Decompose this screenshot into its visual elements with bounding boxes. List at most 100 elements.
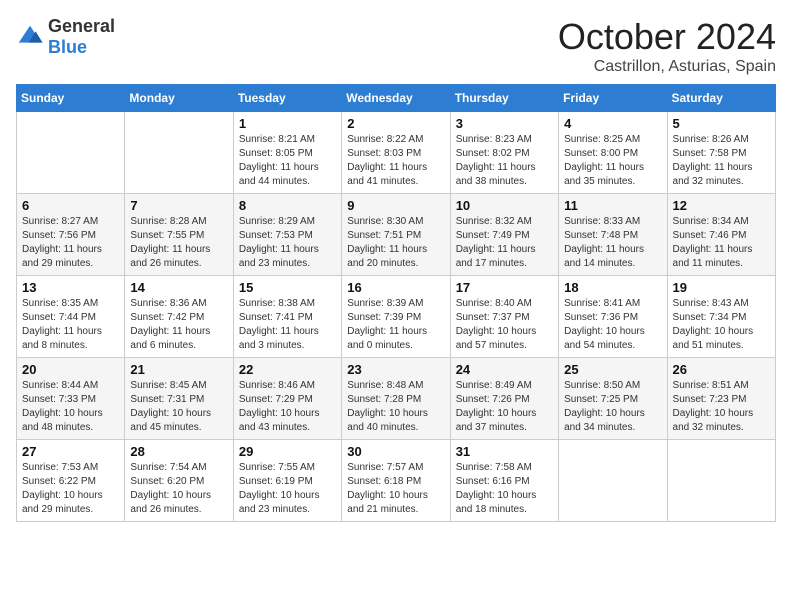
table-row: 9 Sunrise: 8:30 AMSunset: 7:51 PMDaylight… <box>342 194 450 276</box>
day-info: Sunrise: 8:38 AMSunset: 7:41 PMDaylight:… <box>239 297 336 353</box>
day-info: Sunrise: 8:50 AMSunset: 7:25 PMDaylight:… <box>564 379 661 435</box>
table-row <box>559 440 667 522</box>
table-row: 27 Sunrise: 7:53 AMSunset: 6:22 PMDayligh… <box>17 440 125 522</box>
table-row: 2Sunrise: 8:22 AMSunset: 8:03 PMDaylight… <box>342 112 450 194</box>
table-row: 3 Sunrise: 8:23 AMSunset: 8:02 PMDaylight… <box>450 112 558 194</box>
day-number: 25 <box>564 362 661 377</box>
table-row: 11 Sunrise: 8:33 AMSunset: 7:48 PMDayligh… <box>559 194 667 276</box>
day-number: 5 <box>673 116 770 131</box>
day-number: 30 <box>347 444 444 459</box>
table-row: 26 Sunrise: 8:51 AMSunset: 7:23 PMDayligh… <box>667 358 775 440</box>
logo: General Blue <box>16 16 115 58</box>
table-row: 15 Sunrise: 8:38 AMSunset: 7:41 PMDayligh… <box>233 276 341 358</box>
table-row: 18 Sunrise: 8:41 AMSunset: 7:36 PMDayligh… <box>559 276 667 358</box>
table-row: 16 Sunrise: 8:39 AMSunset: 7:39 PMDayligh… <box>342 276 450 358</box>
day-info: Sunrise: 8:49 AMSunset: 7:26 PMDaylight:… <box>456 379 553 435</box>
table-row: 12 Sunrise: 8:34 AMSunset: 7:46 PMDayligh… <box>667 194 775 276</box>
day-info: Sunrise: 8:48 AMSunset: 7:28 PMDaylight:… <box>347 379 444 435</box>
table-row: 23 Sunrise: 8:48 AMSunset: 7:28 PMDayligh… <box>342 358 450 440</box>
day-info: Sunrise: 8:22 AMSunset: 8:03 PMDaylight:… <box>347 133 444 189</box>
header-sunday: Sunday <box>17 85 125 112</box>
day-number: 16 <box>347 280 444 295</box>
table-row <box>17 112 125 194</box>
page-header: General Blue October 2024 Castrillon, As… <box>16 16 776 76</box>
day-number: 13 <box>22 280 119 295</box>
day-number: 22 <box>239 362 336 377</box>
day-info: Sunrise: 7:55 AMSunset: 6:19 PMDaylight:… <box>239 461 336 517</box>
day-number: 12 <box>673 198 770 213</box>
day-info: Sunrise: 8:21 AMSunset: 8:05 PMDaylight:… <box>239 133 336 189</box>
day-info: Sunrise: 8:41 AMSunset: 7:36 PMDaylight:… <box>564 297 661 353</box>
table-row: 19Sunrise: 8:43 AMSunset: 7:34 PMDayligh… <box>667 276 775 358</box>
table-row: 22 Sunrise: 8:46 AMSunset: 7:29 PMDayligh… <box>233 358 341 440</box>
week-row-3: 20Sunrise: 8:44 AMSunset: 7:33 PMDayligh… <box>17 358 776 440</box>
day-info: Sunrise: 8:25 AMSunset: 8:00 PMDaylight:… <box>564 133 661 189</box>
day-info: Sunrise: 8:30 AMSunset: 7:51 PMDaylight:… <box>347 215 444 271</box>
table-row: 8 Sunrise: 8:29 AMSunset: 7:53 PMDaylight… <box>233 194 341 276</box>
table-row: 4 Sunrise: 8:25 AMSunset: 8:00 PMDaylight… <box>559 112 667 194</box>
day-number: 17 <box>456 280 553 295</box>
day-info: Sunrise: 8:35 AMSunset: 7:44 PMDaylight:… <box>22 297 119 353</box>
table-row: 29 Sunrise: 7:55 AMSunset: 6:19 PMDayligh… <box>233 440 341 522</box>
day-number: 6 <box>22 198 119 213</box>
day-info: Sunrise: 8:28 AMSunset: 7:55 PMDaylight:… <box>130 215 227 271</box>
table-row: 6 Sunrise: 8:27 AMSunset: 7:56 PMDaylight… <box>17 194 125 276</box>
logo-icon <box>16 23 44 51</box>
day-info: Sunrise: 8:46 AMSunset: 7:29 PMDaylight:… <box>239 379 336 435</box>
day-info: Sunrise: 8:34 AMSunset: 7:46 PMDaylight:… <box>673 215 770 271</box>
table-row: 20Sunrise: 8:44 AMSunset: 7:33 PMDayligh… <box>17 358 125 440</box>
day-info: Sunrise: 8:51 AMSunset: 7:23 PMDaylight:… <box>673 379 770 435</box>
day-info: Sunrise: 8:45 AMSunset: 7:31 PMDaylight:… <box>130 379 227 435</box>
table-row: 28 Sunrise: 7:54 AMSunset: 6:20 PMDayligh… <box>125 440 233 522</box>
day-number: 15 <box>239 280 336 295</box>
day-number: 21 <box>130 362 227 377</box>
month-title: October 2024 <box>558 16 776 58</box>
day-number: 18 <box>564 280 661 295</box>
day-number: 1 <box>239 116 336 131</box>
day-info: Sunrise: 8:39 AMSunset: 7:39 PMDaylight:… <box>347 297 444 353</box>
table-row <box>125 112 233 194</box>
day-number: 31 <box>456 444 553 459</box>
week-row-1: 6 Sunrise: 8:27 AMSunset: 7:56 PMDaylight… <box>17 194 776 276</box>
day-info: Sunrise: 8:29 AMSunset: 7:53 PMDaylight:… <box>239 215 336 271</box>
table-row: 7Sunrise: 8:28 AMSunset: 7:55 PMDaylight… <box>125 194 233 276</box>
day-info: Sunrise: 8:32 AMSunset: 7:49 PMDaylight:… <box>456 215 553 271</box>
day-number: 19 <box>673 280 770 295</box>
header-friday: Friday <box>559 85 667 112</box>
day-number: 8 <box>239 198 336 213</box>
table-row: 30Sunrise: 7:57 AMSunset: 6:18 PMDayligh… <box>342 440 450 522</box>
day-number: 28 <box>130 444 227 459</box>
day-number: 11 <box>564 198 661 213</box>
week-row-0: 1 Sunrise: 8:21 AMSunset: 8:05 PMDaylight… <box>17 112 776 194</box>
table-row: 10Sunrise: 8:32 AMSunset: 7:49 PMDayligh… <box>450 194 558 276</box>
table-row: 5 Sunrise: 8:26 AMSunset: 7:58 PMDaylight… <box>667 112 775 194</box>
table-row: 25 Sunrise: 8:50 AMSunset: 7:25 PMDayligh… <box>559 358 667 440</box>
table-row: 24Sunrise: 8:49 AMSunset: 7:26 PMDayligh… <box>450 358 558 440</box>
logo-blue: Blue <box>48 37 87 57</box>
header-thursday: Thursday <box>450 85 558 112</box>
day-number: 23 <box>347 362 444 377</box>
day-info: Sunrise: 8:23 AMSunset: 8:02 PMDaylight:… <box>456 133 553 189</box>
header-saturday: Saturday <box>667 85 775 112</box>
table-row <box>667 440 775 522</box>
week-row-4: 27 Sunrise: 7:53 AMSunset: 6:22 PMDayligh… <box>17 440 776 522</box>
day-number: 26 <box>673 362 770 377</box>
day-info: Sunrise: 7:58 AMSunset: 6:16 PMDaylight:… <box>456 461 553 517</box>
day-info: Sunrise: 7:54 AMSunset: 6:20 PMDaylight:… <box>130 461 227 517</box>
day-info: Sunrise: 8:33 AMSunset: 7:48 PMDaylight:… <box>564 215 661 271</box>
day-number: 4 <box>564 116 661 131</box>
table-row: 13 Sunrise: 8:35 AMSunset: 7:44 PMDayligh… <box>17 276 125 358</box>
day-info: Sunrise: 7:53 AMSunset: 6:22 PMDaylight:… <box>22 461 119 517</box>
day-number: 27 <box>22 444 119 459</box>
day-number: 9 <box>347 198 444 213</box>
calendar-table: SundayMondayTuesdayWednesdayThursdayFrid… <box>16 84 776 522</box>
table-row: 21 Sunrise: 8:45 AMSunset: 7:31 PMDayligh… <box>125 358 233 440</box>
calendar-header: SundayMondayTuesdayWednesdayThursdayFrid… <box>17 85 776 112</box>
day-number: 14 <box>130 280 227 295</box>
logo-general: General <box>48 16 115 36</box>
day-info: Sunrise: 8:26 AMSunset: 7:58 PMDaylight:… <box>673 133 770 189</box>
day-number: 3 <box>456 116 553 131</box>
day-info: Sunrise: 8:27 AMSunset: 7:56 PMDaylight:… <box>22 215 119 271</box>
calendar-body: 1 Sunrise: 8:21 AMSunset: 8:05 PMDaylight… <box>17 112 776 522</box>
day-number: 29 <box>239 444 336 459</box>
